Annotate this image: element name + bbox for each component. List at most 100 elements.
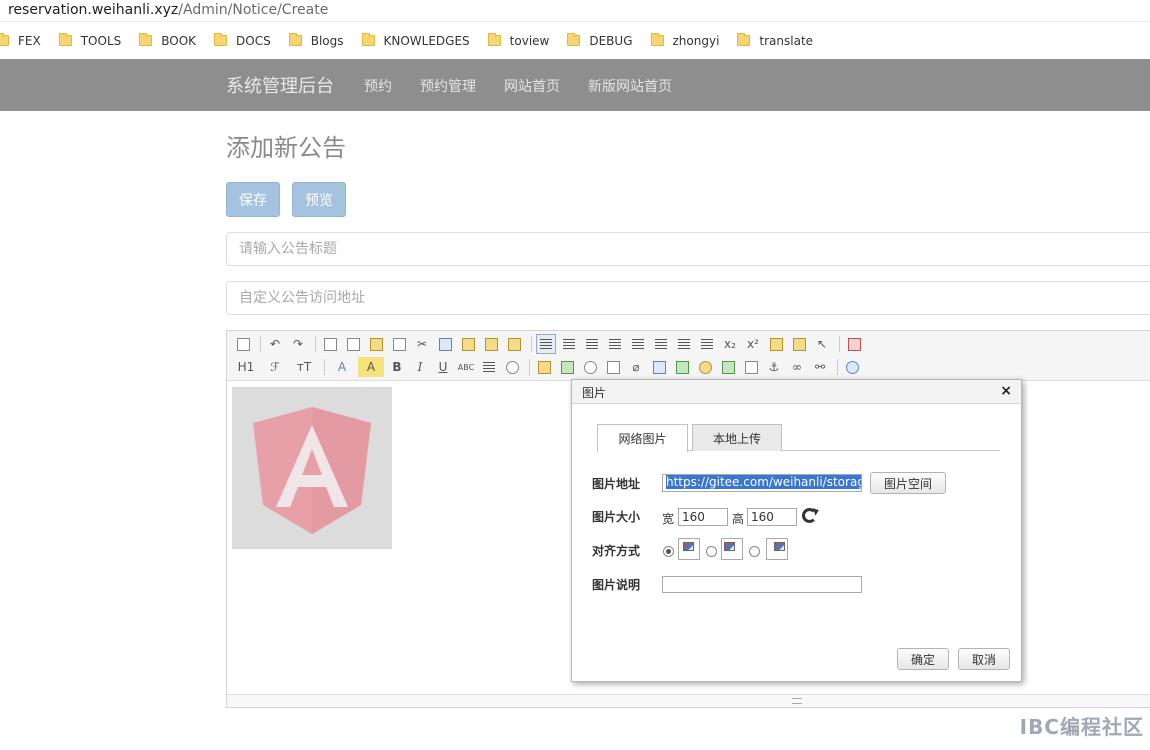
bookmark-label: DEBUG [589,33,633,48]
align-none-radio[interactable] [663,546,674,557]
bookmark-translate[interactable]: translate [737,33,813,48]
bold-button[interactable]: B [387,357,407,377]
code-icon[interactable] [389,334,409,354]
paste-icon[interactable] [458,334,478,354]
outdent-icon[interactable] [697,334,717,354]
source-icon[interactable] [233,334,253,354]
height-input[interactable]: 160 [747,508,797,526]
print-icon[interactable] [343,334,363,354]
insert-row-icon[interactable] [672,357,692,377]
back-color-button[interactable]: A [358,357,384,377]
align-center-icon[interactable] [559,334,579,354]
width-input[interactable]: 160 [678,508,728,526]
fullscreen-icon[interactable] [844,334,864,354]
image-icon[interactable] [534,357,554,377]
image-url-input[interactable]: https://gitee.com/weihanli/storage/ [662,474,862,492]
unlink-icon[interactable]: ⚯ [810,357,830,377]
dialog-tabs: 网络图片 本地上传 [597,424,1000,452]
align-left-image-icon[interactable] [721,538,743,560]
image-space-button[interactable]: 图片空间 [870,472,946,494]
editor-resize-bar[interactable] [227,694,1150,707]
tab-local-upload[interactable]: 本地上传 [692,424,782,451]
bookmark-tools[interactable]: TOOLS [58,33,121,48]
bookmarks-bar: FEX TOOLS BOOK DOCS Blogs KNOWLEDGES tov… [0,22,1150,59]
underline-button[interactable]: U [433,357,453,377]
italic-button[interactable]: I [410,357,430,377]
toolbar-separator [529,359,530,375]
superscript-icon[interactable]: x² [743,334,763,354]
select-all-icon[interactable] [789,334,809,354]
attachment-icon[interactable]: ⌀ [626,357,646,377]
preview-doc-icon[interactable] [320,334,340,354]
address-bar[interactable]: reservation.weihanli.xyz/Admin/Notice/Cr… [0,0,1150,22]
bookmark-label: DOCS [236,33,271,48]
redo-icon[interactable]: ↷ [288,334,308,354]
clear-format-icon[interactable] [766,334,786,354]
notice-url-input[interactable] [226,281,1150,315]
pagebreak-icon[interactable] [741,357,761,377]
font-family-dropdown[interactable]: ℱ [262,357,288,377]
align-none-icon[interactable] [678,538,700,560]
bookmark-toview[interactable]: toview [487,33,549,48]
align-right-radio[interactable] [749,546,760,557]
eraser-icon[interactable] [502,357,522,377]
bookmark-knowledges[interactable]: KNOWLEDGES [361,33,470,48]
bookmark-blogs[interactable]: Blogs [288,33,344,48]
paste-word-icon[interactable] [504,334,524,354]
nav-link-new-home[interactable]: 新版网站首页 [588,76,672,96]
cut-icon[interactable]: ✂ [412,334,432,354]
copy-icon[interactable] [435,334,455,354]
heading-dropdown[interactable]: H1 [233,357,259,377]
indent-icon[interactable] [674,334,694,354]
address-text: reservation.weihanli.xyz/Admin/Notice/Cr… [8,2,328,18]
table-icon[interactable] [649,357,669,377]
resize-grip-icon[interactable] [792,698,802,704]
dialog-header[interactable]: 图片 × [572,380,1021,404]
navbar-brand[interactable]: 系统管理后台 [226,72,334,98]
link-icon[interactable]: ∞ [787,357,807,377]
bookmark-debug[interactable]: DEBUG [567,33,633,48]
template-icon[interactable] [366,334,386,354]
subscript-icon[interactable]: x₂ [720,334,740,354]
close-icon[interactable]: × [1000,383,1012,399]
picture-icon[interactable] [718,357,738,377]
media-icon[interactable] [603,357,623,377]
align-left-icon[interactable] [536,334,556,354]
nav-link-reserve-manage[interactable]: 预约管理 [420,76,476,96]
cancel-button[interactable]: 取消 [958,648,1010,670]
folder-icon [0,33,9,46]
align-right-icon[interactable] [582,334,602,354]
bookmark-fex[interactable]: FEX [0,33,41,48]
cursor-icon[interactable]: ↖ [812,334,832,354]
notice-title-input[interactable] [226,232,1150,266]
save-button[interactable]: 保存 [226,182,280,217]
refresh-icon[interactable] [802,508,817,523]
align-justify-icon[interactable] [605,334,625,354]
hr-icon[interactable] [479,357,499,377]
anchor-icon[interactable]: ⚓ [764,357,784,377]
bookmark-book[interactable]: BOOK [139,33,196,48]
folder-icon [288,33,302,46]
bookmark-docs[interactable]: DOCS [214,33,271,48]
flash-icon[interactable] [580,357,600,377]
strikethrough-button[interactable]: ABC [456,357,476,377]
align-right-image-icon[interactable] [766,538,788,560]
tab-network-image[interactable]: 网络图片 [597,424,688,452]
align-left-radio[interactable] [706,546,717,557]
nav-link-reserve[interactable]: 预约 [364,76,392,96]
unordered-list-icon[interactable] [651,334,671,354]
font-size-dropdown[interactable]: тT [291,357,317,377]
angular-logo-image[interactable] [232,387,392,549]
undo-icon[interactable]: ↶ [265,334,285,354]
help-icon[interactable] [842,357,862,377]
emoticon-icon[interactable] [695,357,715,377]
font-color-button[interactable]: A [329,357,355,377]
preview-button[interactable]: 预览 [292,182,346,217]
image-desc-input[interactable] [662,576,862,593]
ok-button[interactable]: 确定 [897,648,949,670]
ordered-list-icon[interactable] [628,334,648,354]
multi-image-icon[interactable] [557,357,577,377]
bookmark-zhongyi[interactable]: zhongyi [650,33,719,48]
nav-link-home[interactable]: 网站首页 [504,76,560,96]
paste-plain-icon[interactable] [481,334,501,354]
